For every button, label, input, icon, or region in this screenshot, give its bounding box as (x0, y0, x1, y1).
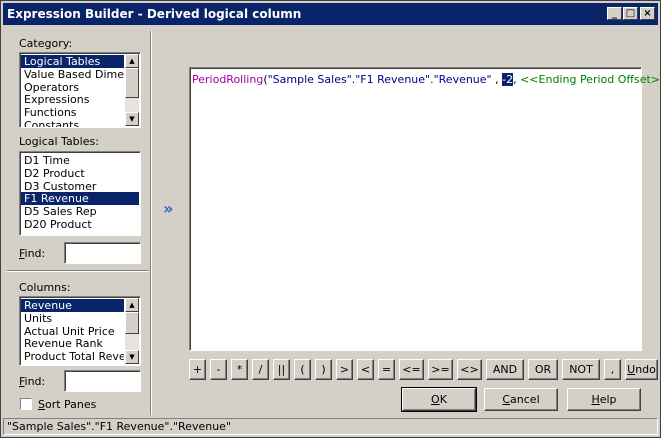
operator-less-than-button[interactable]: < (357, 359, 374, 380)
operator-less-equal-button[interactable]: <= (399, 359, 424, 380)
scroll-down-icon[interactable]: ▼ (125, 350, 139, 364)
insert-arrow-icon[interactable]: » (163, 199, 173, 218)
operator-or-button[interactable]: OR (528, 359, 558, 380)
columns-scrollbar[interactable]: ▲ ▼ (125, 298, 139, 364)
status-bar: "Sample Sales"."F1 Revenue"."Revenue" (3, 418, 658, 435)
expression-builder-window: Expression Builder - Derived logical col… (0, 0, 661, 438)
logical-table-item[interactable]: D20 Product (21, 218, 139, 231)
left-panel-divider (7, 270, 149, 272)
operator-concat-button[interactable]: || (273, 359, 290, 380)
scroll-thumb[interactable] (125, 68, 139, 98)
find-input-2[interactable] (64, 370, 141, 392)
column-item[interactable]: Product Total Revenue (21, 350, 124, 363)
operator-plus-button[interactable]: + (189, 359, 206, 380)
operator-comma-button[interactable]: , (604, 359, 621, 380)
expr-sep1: , (491, 73, 503, 86)
column-item[interactable]: Actual Unit Price (21, 325, 124, 338)
operator-close-paren-button[interactable]: ) (315, 359, 332, 380)
expr-arg1: "Sample Sales"."F1 Revenue"."Revenue" (267, 73, 492, 86)
category-label: Category: (19, 37, 73, 50)
find-input-1[interactable] (64, 242, 141, 264)
title-bar[interactable]: Expression Builder - Derived logical col… (3, 3, 658, 25)
operator-greater-than-button[interactable]: > (336, 359, 353, 380)
find-label-1: Find: (19, 247, 46, 260)
column-item[interactable]: Revenue (21, 299, 124, 312)
scroll-thumb[interactable] (125, 312, 139, 334)
operator-divide-button[interactable]: / (252, 359, 269, 380)
operator-not-equal-button[interactable]: <> (457, 359, 482, 380)
category-item[interactable]: Operators (21, 81, 124, 94)
logical-table-item[interactable]: D5 Sales Rep (21, 205, 139, 218)
splitter[interactable] (150, 31, 152, 415)
operator-open-paren-button[interactable]: ( (294, 359, 311, 380)
category-item[interactable]: Logical Tables (21, 55, 124, 68)
scroll-down-icon[interactable]: ▼ (125, 112, 139, 126)
logical-tables-label: Logical Tables: (19, 135, 99, 148)
category-item[interactable]: Functions (21, 106, 124, 119)
sort-panes-checkbox[interactable] (20, 398, 32, 410)
scroll-up-icon[interactable]: ▲ (125, 54, 139, 68)
logical-table-item[interactable]: D3 Customer (21, 180, 139, 193)
columns-listbox[interactable]: Revenue Units Actual Unit Price Revenue Ran… (19, 296, 141, 366)
help-button[interactable]: Help (567, 388, 641, 411)
logical-table-item[interactable]: F1 Revenue (21, 192, 139, 206)
category-items: Logical TablesValue Based DimensionsOper… (21, 55, 124, 127)
operator-minus-button[interactable]: - (210, 359, 227, 380)
columns-label: Columns: (19, 281, 71, 294)
category-item[interactable]: Expressions (21, 93, 124, 106)
sort-panes-label: Sort Panes (38, 398, 97, 411)
operator-greater-equal-button[interactable]: >= (428, 359, 453, 380)
scroll-up-icon[interactable]: ▲ (125, 298, 139, 312)
columns-items: Revenue Units Actual Unit Price Revenue Ran… (21, 299, 124, 363)
cancel-button[interactable]: Cancel (484, 388, 558, 411)
expr-arg3: <<Ending Period Offset>> (520, 73, 661, 86)
expression-text: PeriodRolling("Sample Sales"."F1 Revenue… (192, 73, 661, 86)
column-item[interactable]: Units (21, 312, 124, 325)
window-title: Expression Builder - Derived logical col… (7, 7, 302, 21)
minimize-button[interactable]: _ (607, 7, 622, 20)
maximize-button[interactable]: □ (623, 7, 638, 20)
find-label-2: Find: (19, 375, 46, 388)
operator-not-button[interactable]: NOT (562, 359, 600, 380)
logical-table-item[interactable]: D1 Time (21, 154, 139, 167)
logical-tables-listbox[interactable]: D1 Time D2 Product D3 Customer F1 Revenue D5… (19, 151, 141, 236)
operator-undo-button[interactable]: Undo (625, 359, 658, 380)
expression-editor[interactable]: PeriodRolling("Sample Sales"."F1 Revenue… (189, 67, 661, 351)
category-item[interactable]: Value Based Dimensions (21, 68, 124, 81)
column-item[interactable]: Revenue Rank (21, 337, 124, 350)
operator-and-button[interactable]: AND (486, 359, 524, 380)
ok-button[interactable]: OK (401, 387, 477, 412)
operator-multiply-button[interactable]: * (231, 359, 248, 380)
close-button[interactable]: × (640, 7, 655, 20)
expr-function: PeriodRolling (192, 73, 264, 86)
category-item[interactable]: Constants (21, 119, 124, 127)
category-scrollbar[interactable]: ▲ ▼ (125, 54, 139, 126)
logical-tables-items: D1 Time D2 Product D3 Customer F1 Revenue D5… (21, 154, 139, 231)
operator-equals-button[interactable]: = (378, 359, 395, 380)
expr-arg2: -2 (502, 73, 514, 86)
logical-table-item[interactable]: D2 Product (21, 167, 139, 180)
category-listbox[interactable]: Logical TablesValue Based DimensionsOper… (19, 52, 141, 128)
